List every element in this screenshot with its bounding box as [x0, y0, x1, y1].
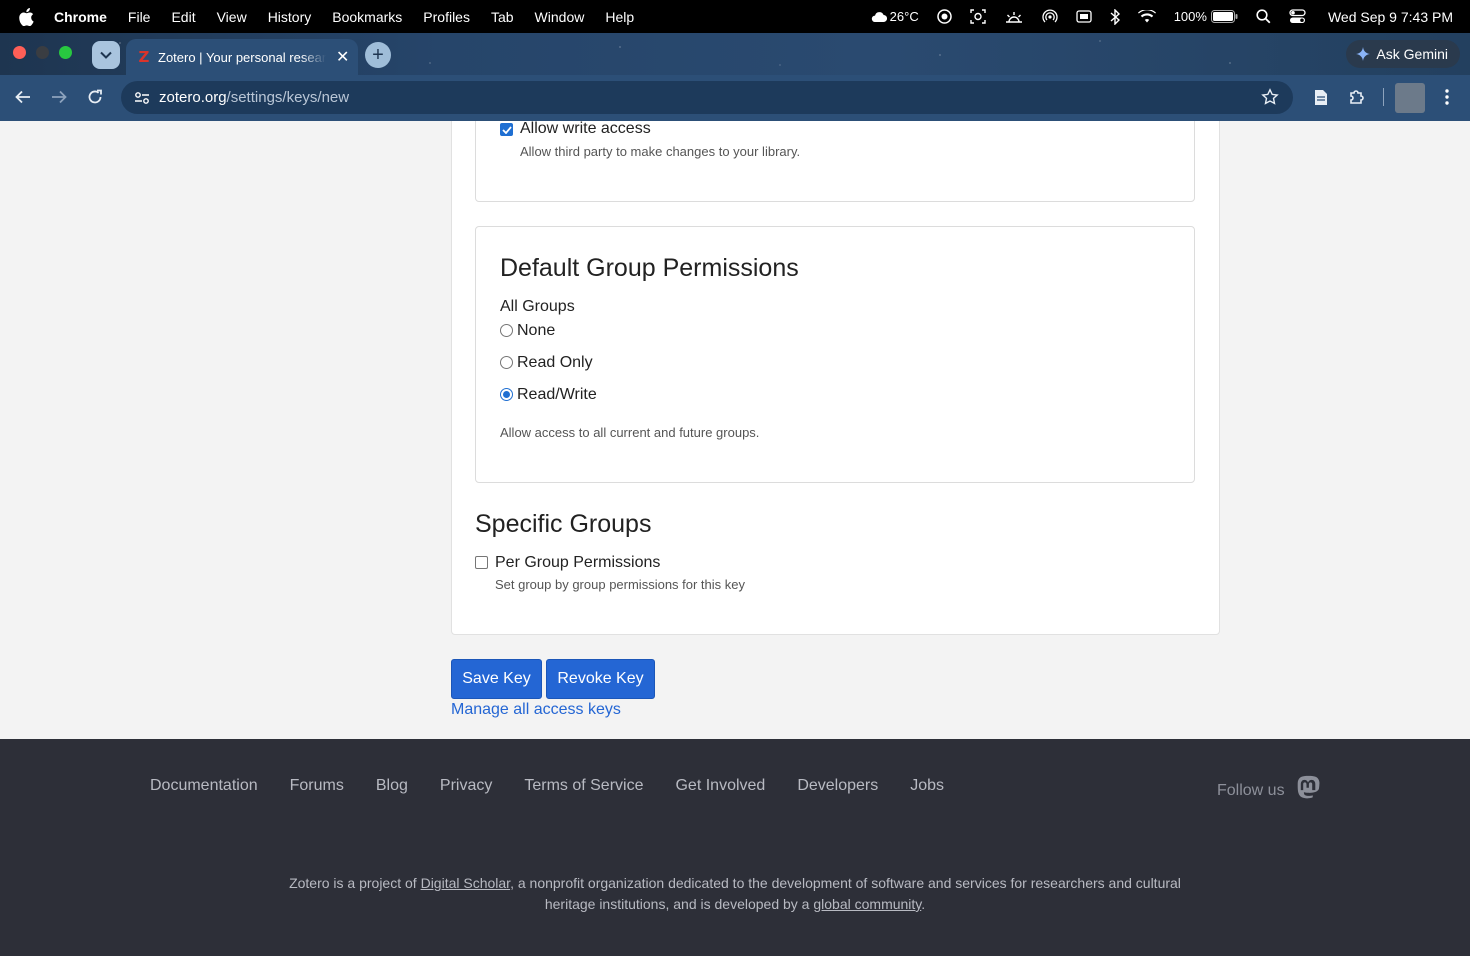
footer-link-privacy[interactable]: Privacy [440, 777, 492, 795]
clock[interactable]: Wed Sep 9 7:43 PM [1328, 9, 1453, 25]
menu-history[interactable]: History [268, 9, 312, 25]
default-group-permissions-heading: Default Group Permissions [500, 254, 799, 282]
address-bar[interactable]: zotero.org/settings/keys/new [121, 81, 1293, 114]
weather-status[interactable]: 26°C [871, 9, 919, 24]
reading-list-icon[interactable] [1310, 86, 1332, 108]
forward-icon[interactable] [48, 86, 70, 108]
record-icon[interactable] [936, 9, 952, 24]
digital-scholar-link[interactable]: Digital Scholar [421, 875, 511, 891]
tab-close-icon[interactable]: ✕ [336, 47, 349, 67]
all-groups-label: All Groups [500, 298, 575, 315]
allow-write-checkbox[interactable] [500, 123, 513, 136]
per-group-permissions-label[interactable]: Per Group Permissions [495, 554, 660, 572]
manage-access-keys-link[interactable]: Manage all access keys [451, 701, 621, 719]
save-key-button[interactable]: Save Key [451, 659, 542, 699]
tab-title: Zotero | Your personal research [158, 49, 326, 65]
menu-bookmarks[interactable]: Bookmarks [332, 9, 402, 25]
tab-zotero[interactable]: Z Zotero | Your personal research ✕ [126, 39, 358, 75]
about-text-post: . [921, 896, 926, 912]
footer-link-developers[interactable]: Developers [797, 777, 878, 795]
gemini-sparkle-icon [1356, 47, 1371, 61]
new-tab-button[interactable]: + [365, 42, 391, 68]
per-group-permissions-help: Set group by group permissions for this … [495, 577, 746, 592]
menu-window[interactable]: Window [535, 9, 585, 25]
spotlight-search-icon[interactable] [1256, 9, 1271, 24]
checkmark-icon [501, 125, 512, 134]
sunrise-icon[interactable] [1004, 10, 1024, 24]
footer-link-blog[interactable]: Blog [376, 777, 408, 795]
extensions-puzzle-icon[interactable] [1346, 86, 1368, 108]
footer-link-jobs[interactable]: Jobs [910, 777, 944, 795]
battery-status[interactable]: 100% [1174, 9, 1238, 24]
profile-avatar[interactable] [1395, 83, 1425, 113]
ask-gemini-button[interactable]: Ask Gemini [1346, 40, 1460, 68]
group-permissions-help: Allow access to all current and future g… [500, 425, 760, 440]
follow-us: Follow us [1217, 775, 1321, 806]
battery-icon [1210, 10, 1238, 23]
footer-nav: Documentation Forums Blog Privacy Terms … [150, 777, 976, 795]
radio-read-write-label[interactable]: Read/Write [517, 386, 597, 404]
global-community-link[interactable]: global community [813, 896, 921, 912]
window-minimize-button[interactable] [36, 46, 49, 59]
menu-help[interactable]: Help [605, 9, 634, 25]
radio-read-write[interactable] [500, 388, 513, 401]
apple-icon[interactable] [18, 7, 38, 26]
chevron-down-icon [100, 51, 112, 59]
allow-write-help: Allow third party to make changes to you… [520, 144, 801, 159]
about-text-pre: Zotero is a project of [289, 875, 421, 891]
reload-icon[interactable] [84, 86, 106, 108]
wifi-icon[interactable] [1137, 10, 1156, 23]
tab-search-button[interactable] [92, 41, 120, 69]
url-text: zotero.org/settings/keys/new [159, 89, 349, 106]
cloud-icon [871, 12, 887, 22]
revoke-key-button[interactable]: Revoke Key [546, 659, 655, 699]
status-menus: 26°C 100% Wed Sep 9 7:43 PM [853, 0, 1453, 33]
menu-edit[interactable]: Edit [171, 9, 195, 25]
macos-menu-bar: Chrome File Edit View History Bookmarks … [0, 0, 1470, 33]
screen-capture-icon[interactable] [970, 9, 986, 24]
bookmark-star-icon[interactable] [1261, 88, 1279, 110]
radio-none[interactable] [500, 324, 513, 337]
input-source-icon[interactable] [1076, 10, 1092, 23]
site-footer: Documentation Forums Blog Privacy Terms … [0, 739, 1470, 956]
chrome-menu-icon[interactable] [1436, 86, 1458, 108]
menu-tab[interactable]: Tab [491, 9, 514, 25]
page-content: Allow write access Allow third party to … [0, 121, 1470, 739]
footer-link-get-involved[interactable]: Get Involved [675, 777, 765, 795]
window-close-button[interactable] [13, 46, 26, 59]
bluetooth-icon[interactable] [1110, 8, 1120, 25]
mastodon-icon[interactable] [1296, 775, 1321, 806]
radio-read-only-label[interactable]: Read Only [517, 354, 593, 372]
weather-temp: 26°C [889, 9, 919, 24]
back-icon[interactable] [12, 86, 34, 108]
ask-gemini-label: Ask Gemini [1376, 46, 1448, 62]
radio-read-only[interactable] [500, 356, 513, 369]
footer-link-forums[interactable]: Forums [290, 777, 344, 795]
radio-none-label[interactable]: None [517, 322, 555, 340]
toolbar-divider [1383, 88, 1384, 106]
specific-groups-heading: Specific Groups [475, 510, 652, 538]
battery-percent: 100% [1173, 9, 1207, 24]
footer-link-documentation[interactable]: Documentation [150, 777, 258, 795]
site-settings-icon[interactable] [133, 89, 151, 107]
footer-about: Zotero is a project of Digital Scholar, … [0, 873, 1470, 915]
control-center-icon[interactable] [1289, 9, 1306, 24]
menu-profiles[interactable]: Profiles [423, 9, 470, 25]
url-path: /settings/keys/new [226, 89, 350, 106]
menu-app-name[interactable]: Chrome [54, 9, 107, 25]
menu-file[interactable]: File [128, 9, 151, 25]
window-zoom-button[interactable] [59, 46, 72, 59]
url-domain: zotero.org [159, 89, 227, 106]
airdrop-icon[interactable] [1042, 9, 1058, 25]
footer-link-terms[interactable]: Terms of Service [524, 777, 643, 795]
follow-us-label: Follow us [1217, 781, 1285, 799]
zotero-favicon-icon: Z [138, 48, 150, 66]
per-group-permissions-checkbox[interactable] [475, 556, 488, 569]
allow-write-label[interactable]: Allow write access [520, 121, 651, 138]
menu-view[interactable]: View [217, 9, 247, 25]
